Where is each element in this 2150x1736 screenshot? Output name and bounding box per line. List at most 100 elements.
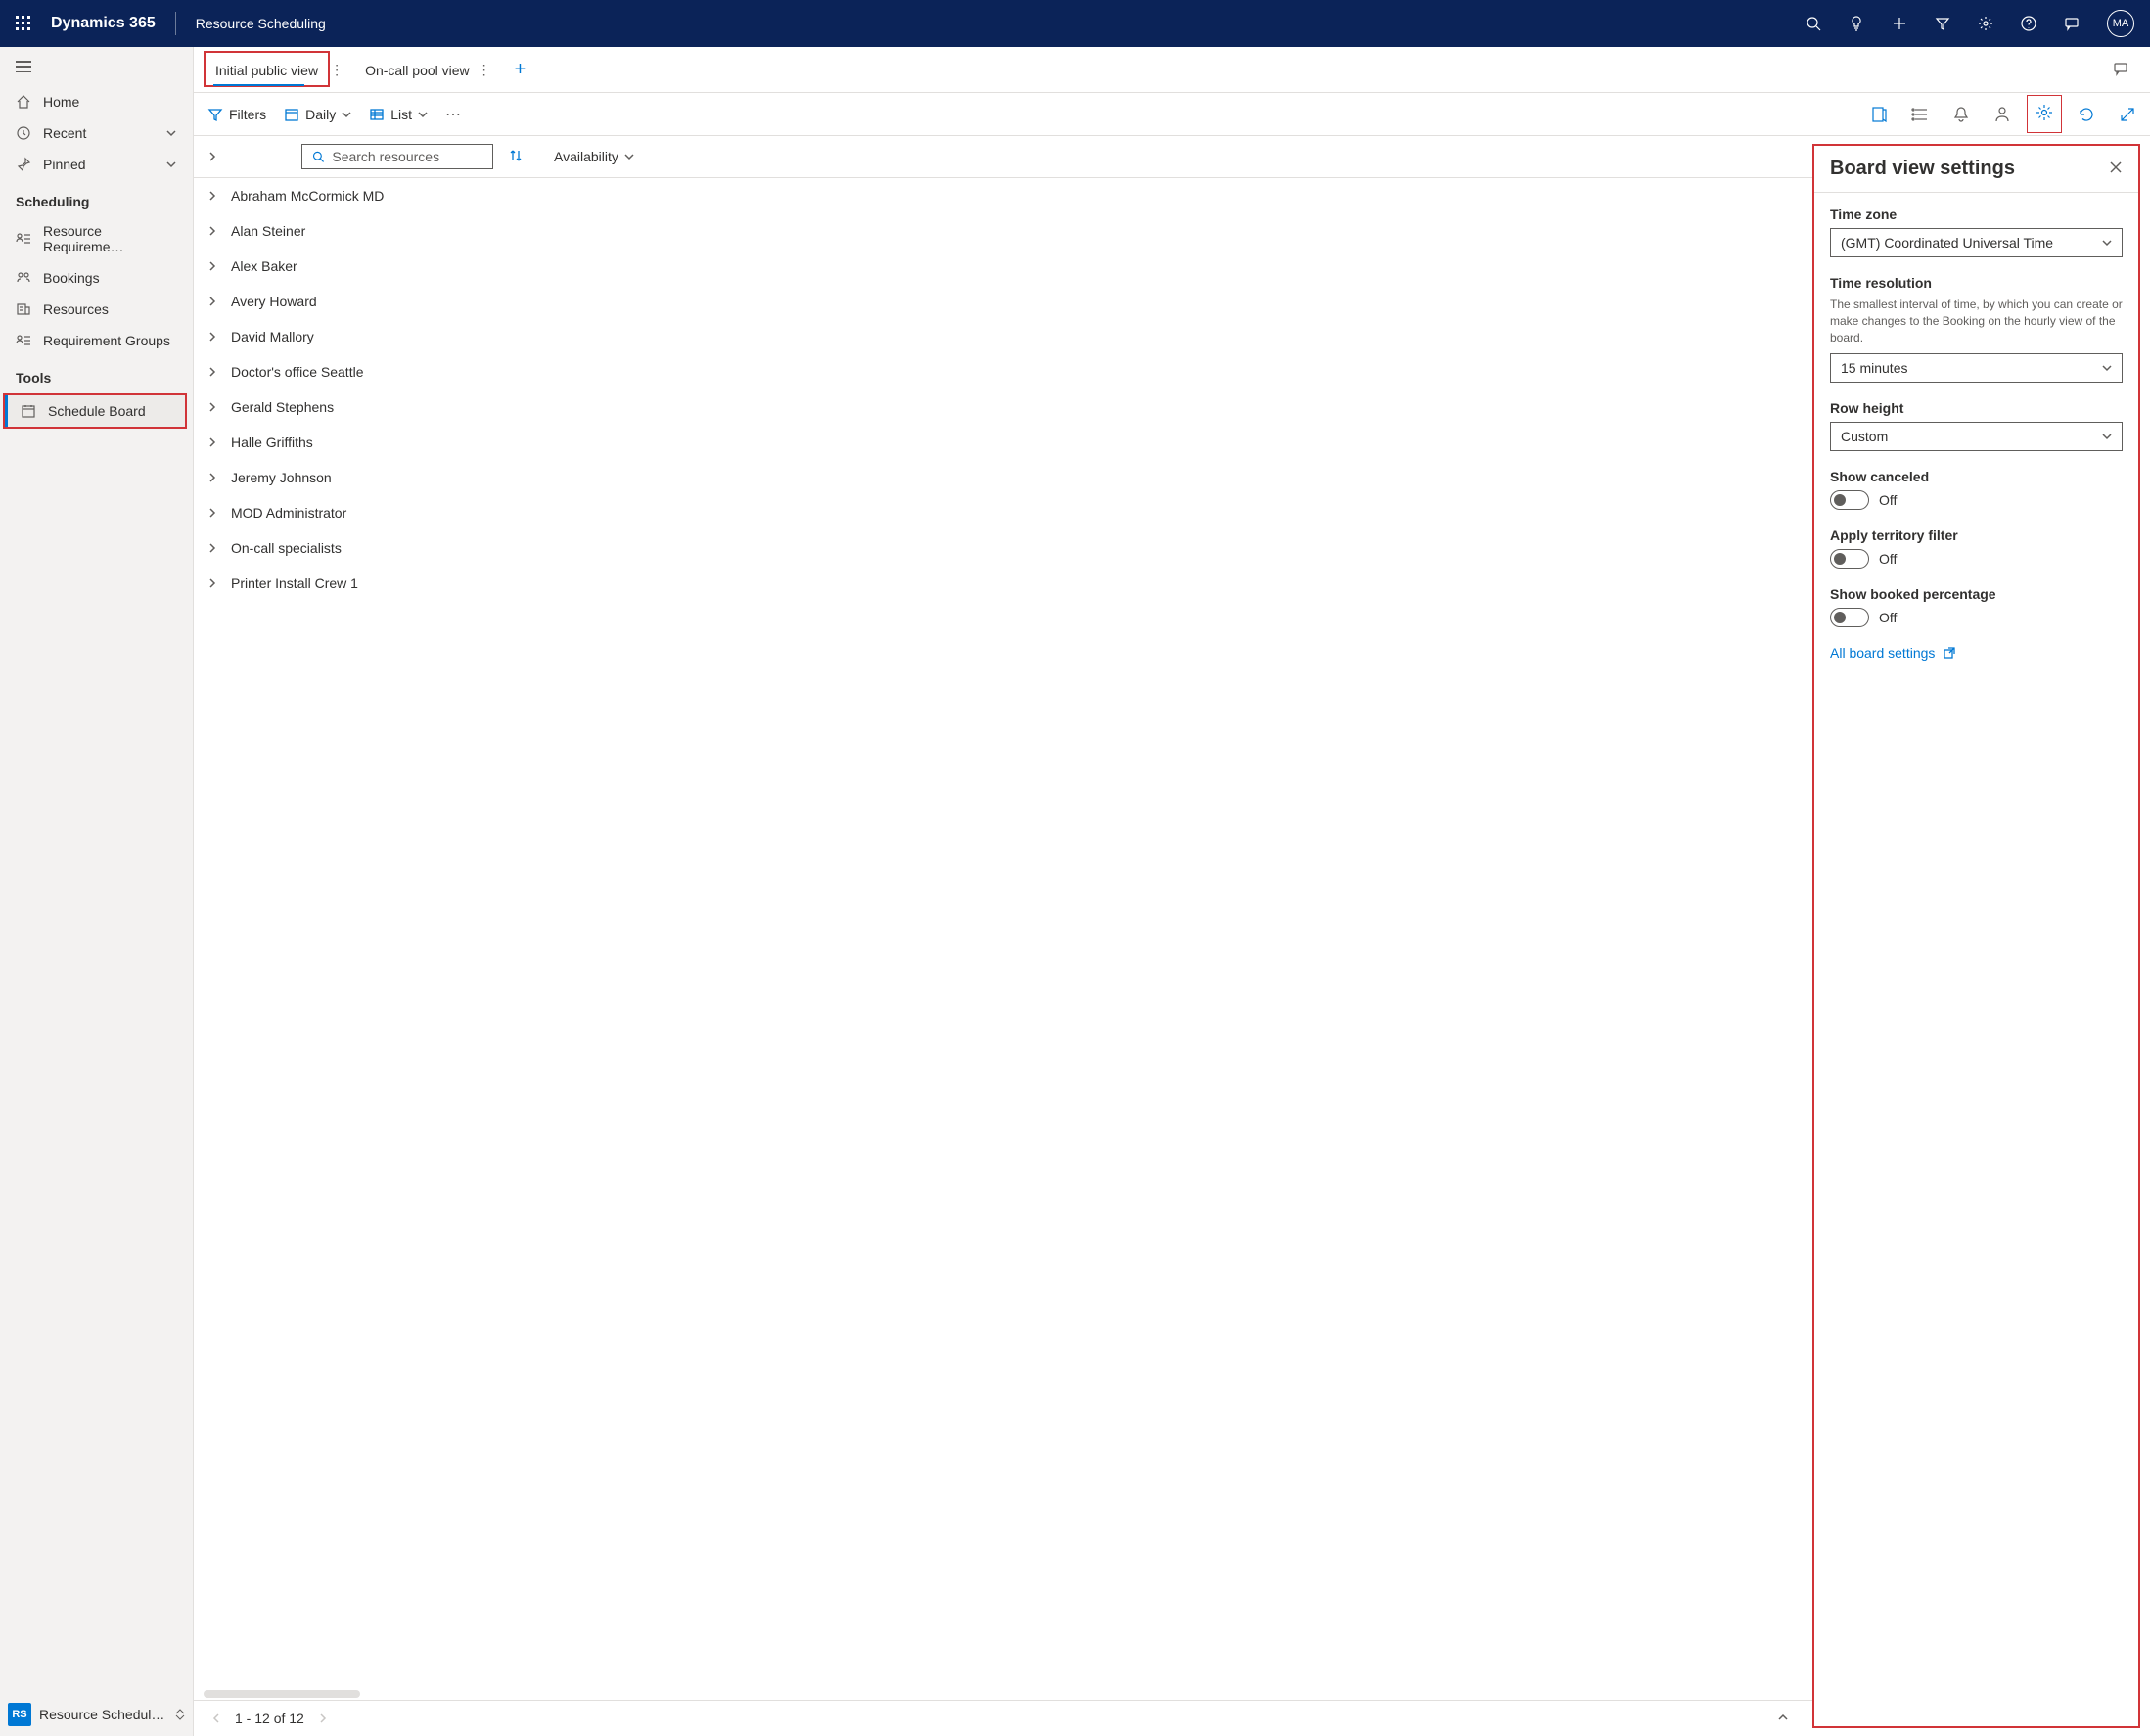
- resource-item[interactable]: Alan Steiner: [194, 213, 1812, 249]
- nav-requirement-groups[interactable]: Requirement Groups: [0, 325, 193, 356]
- search-icon[interactable]: [1806, 16, 1821, 31]
- tab-oncall-more-icon[interactable]: ⋮: [478, 62, 491, 78]
- chevron-down-icon: [624, 152, 634, 161]
- nav-home-label: Home: [43, 94, 79, 110]
- territory-state: Off: [1879, 551, 1897, 567]
- rowheight-dropdown[interactable]: Custom: [1830, 422, 2123, 451]
- search-field[interactable]: [332, 149, 482, 164]
- section-scheduling: Scheduling: [0, 180, 193, 215]
- nav-resource-requirements[interactable]: Resource Requireme…: [0, 215, 193, 262]
- app-switcher-icon: [175, 1709, 185, 1720]
- resource-item[interactable]: On-call specialists: [194, 530, 1812, 566]
- list-dropdown[interactable]: List: [369, 107, 428, 122]
- tab-initial-more-icon[interactable]: ⋮: [330, 62, 343, 78]
- resource-item[interactable]: Gerald Stephens: [194, 389, 1812, 425]
- more-actions-button[interactable]: ⋯: [445, 105, 462, 124]
- expand-icon[interactable]: [2119, 106, 2136, 123]
- nav-schedule-board-label: Schedule Board: [48, 403, 146, 419]
- daily-dropdown[interactable]: Daily: [284, 107, 351, 122]
- resource-item[interactable]: MOD Administrator: [194, 495, 1812, 530]
- resource-name: Gerald Stephens: [231, 399, 334, 415]
- resource-item[interactable]: Halle Griffiths: [194, 425, 1812, 460]
- availability-dropdown[interactable]: Availability: [554, 149, 634, 164]
- nav-home[interactable]: Home: [0, 86, 193, 117]
- resource-item[interactable]: Printer Install Crew 1: [194, 566, 1812, 601]
- next-page-button[interactable]: [318, 1711, 328, 1726]
- people-list-icon: [16, 231, 31, 247]
- chevron-right-icon: [207, 578, 217, 588]
- tab-initial-view[interactable]: Initial public view: [204, 51, 330, 87]
- gear-icon[interactable]: [2036, 104, 2053, 121]
- tab-oncall-view[interactable]: On-call pool view ⋮: [353, 50, 503, 89]
- avatar[interactable]: MA: [2107, 10, 2134, 37]
- daily-label: Daily: [305, 107, 336, 122]
- close-button[interactable]: [2109, 160, 2123, 177]
- toolbar: Filters Daily List ⋯: [194, 93, 2150, 136]
- chevron-right-icon: [207, 367, 217, 377]
- close-icon: [2109, 160, 2123, 174]
- search-resources-input[interactable]: [301, 144, 493, 169]
- book-icon[interactable]: [1870, 106, 1888, 123]
- resource-list[interactable]: Abraham McCormick MDAlan SteinerAlex Bak…: [194, 178, 1812, 1684]
- territory-toggle[interactable]: [1830, 549, 1869, 569]
- scrollbar[interactable]: [204, 1690, 360, 1698]
- nav-schedule-board[interactable]: Schedule Board: [5, 395, 185, 427]
- chevron-down-icon: [2102, 432, 2112, 441]
- resource-item[interactable]: Doctor's office Seattle: [194, 354, 1812, 389]
- resource-item[interactable]: Jeremy Johnson: [194, 460, 1812, 495]
- list-view-icon[interactable]: [1911, 106, 1929, 123]
- nav-recent[interactable]: Recent: [0, 117, 193, 149]
- filters-button[interactable]: Filters: [207, 107, 266, 122]
- timeres-dropdown[interactable]: 15 minutes: [1830, 353, 2123, 383]
- add-tab-button[interactable]: +: [503, 59, 538, 81]
- territory-label: Apply territory filter: [1830, 527, 2123, 543]
- nav-resource-requirements-label: Resource Requireme…: [43, 223, 177, 254]
- booked-pct-toggle[interactable]: [1830, 608, 1869, 627]
- collapse-panel-button[interactable]: [204, 145, 221, 168]
- app-launcher-icon[interactable]: [16, 16, 31, 31]
- lightbulb-icon[interactable]: [1849, 16, 1864, 31]
- resource-item[interactable]: Alex Baker: [194, 249, 1812, 284]
- booked-pct-state: Off: [1879, 610, 1897, 625]
- top-nav-right: MA: [1806, 10, 2134, 37]
- gear-icon[interactable]: [1978, 16, 1993, 31]
- filter-icon[interactable]: [1935, 16, 1950, 31]
- bell-icon[interactable]: [1952, 106, 1970, 123]
- sidebar: Home Recent Pinned Scheduling Resource R…: [0, 47, 194, 1736]
- refresh-icon[interactable]: [2078, 106, 2095, 123]
- hamburger-button[interactable]: [0, 47, 193, 86]
- toolbar-right: [1870, 103, 2136, 125]
- collapse-pagination-button[interactable]: [1777, 1711, 1789, 1726]
- availability-label: Availability: [554, 149, 618, 164]
- board-view-settings-panel: Board view settings Time zone (GMT) Coor…: [1812, 144, 2140, 1728]
- popout-icon: [1943, 646, 1956, 660]
- plus-icon[interactable]: [1892, 16, 1907, 31]
- calendar-icon: [284, 107, 299, 122]
- resource-item[interactable]: Abraham McCormick MD: [194, 178, 1812, 213]
- resource-item[interactable]: David Mallory: [194, 319, 1812, 354]
- sort-button[interactable]: [509, 149, 523, 165]
- nav-bookings[interactable]: Bookings: [0, 262, 193, 294]
- resource-item[interactable]: Avery Howard: [194, 284, 1812, 319]
- nav-resources[interactable]: Resources: [0, 294, 193, 325]
- help-icon[interactable]: [2021, 16, 2036, 31]
- chevron-right-icon: [207, 508, 217, 518]
- prev-page-button[interactable]: [211, 1711, 221, 1726]
- person-icon[interactable]: [1993, 106, 2011, 123]
- timezone-dropdown[interactable]: (GMT) Coordinated Universal Time: [1830, 228, 2123, 257]
- resource-name: Halle Griffiths: [231, 434, 313, 450]
- sidebar-footer[interactable]: RS Resource Schedul…: [0, 1693, 193, 1736]
- resources-icon: [16, 301, 31, 317]
- all-board-settings-link[interactable]: All board settings: [1830, 645, 2123, 661]
- nav-resources-label: Resources: [43, 301, 109, 317]
- chevron-down-icon: [418, 110, 428, 119]
- nav-pinned[interactable]: Pinned: [0, 149, 193, 180]
- chat-corner[interactable]: [2113, 61, 2140, 79]
- chevron-down-icon: [342, 110, 351, 119]
- chevron-right-icon: [207, 437, 217, 447]
- chevron-down-icon: [165, 159, 177, 170]
- booked-pct-label: Show booked percentage: [1830, 586, 2123, 602]
- chat-icon[interactable]: [2064, 16, 2080, 31]
- tab-oncall-label: On-call pool view: [365, 63, 470, 78]
- show-canceled-toggle[interactable]: [1830, 490, 1869, 510]
